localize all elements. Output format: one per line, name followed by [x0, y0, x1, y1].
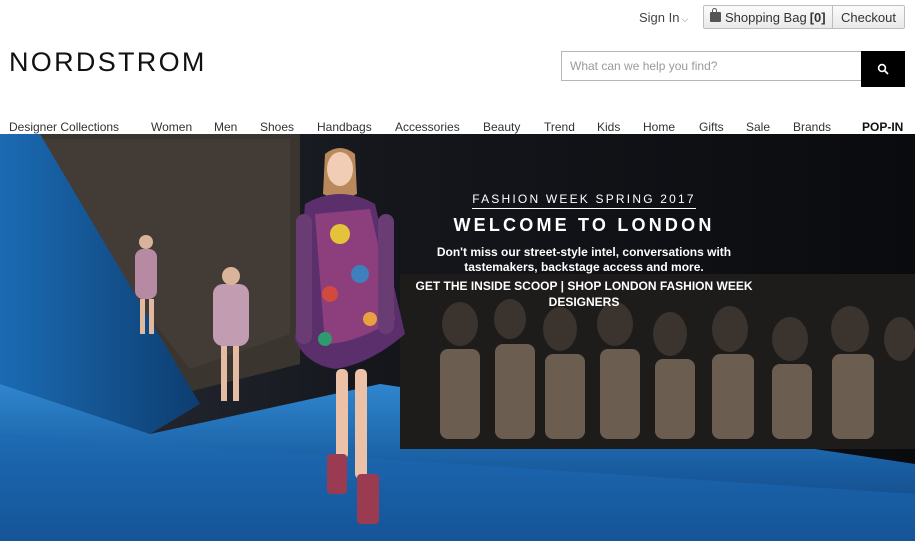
nav-item-accessories[interactable]: Accessories [395, 120, 460, 134]
shopping-bag-button[interactable]: Shopping Bag [0] [703, 5, 833, 29]
search-icon [877, 63, 889, 75]
sign-in-link[interactable]: Sign In ⌵ [639, 10, 688, 25]
shopping-bag-icon [710, 8, 721, 22]
hero-body: Don't miss our street-style intel, conve… [436, 245, 732, 274]
nav-item-home[interactable]: Home [643, 120, 675, 134]
hero-headline: WELCOME TO LONDON [453, 215, 715, 235]
nav-item-shoes[interactable]: Shoes [260, 120, 294, 134]
nav-item-men[interactable]: Men [214, 120, 237, 134]
chevron-down-icon: ⌵ [681, 14, 689, 24]
sign-in-label: Sign In [639, 10, 680, 25]
hero-eyebrow: FASHION WEEK SPRING 2017 [472, 192, 696, 209]
nav-item-designer-collections[interactable]: Designer Collections [9, 120, 119, 134]
main-nav: Designer Collections Women Men Shoes Han… [0, 120, 915, 134]
shopping-bag-count: [0] [809, 9, 826, 25]
nav-item-trend[interactable]: Trend [544, 120, 575, 134]
nav-item-women[interactable]: Women [151, 120, 192, 134]
search-input[interactable] [561, 51, 862, 81]
hero-text-block: FASHION WEEK SPRING 2017 WELCOME TO LOND… [400, 190, 768, 310]
nav-item-brands[interactable]: Brands [793, 120, 831, 134]
nav-item-gifts[interactable]: Gifts [699, 120, 724, 134]
nav-item-pop-in[interactable]: POP-IN [862, 120, 903, 134]
nav-item-sale[interactable]: Sale [746, 120, 770, 134]
nav-item-beauty[interactable]: Beauty [483, 120, 520, 134]
nav-item-kids[interactable]: Kids [597, 120, 620, 134]
shopping-bag-label: Shopping Bag [725, 9, 807, 25]
search-button[interactable] [861, 51, 905, 87]
nordstrom-logo[interactable]: NORDSTROM [9, 47, 207, 78]
hero-links: GET THE INSIDE SCOOP | SHOP LONDON FASHI… [400, 278, 768, 310]
inside-scoop-link[interactable]: GET THE INSIDE SCOOP [416, 279, 558, 293]
link-separator: | [560, 279, 565, 293]
nav-item-handbags[interactable]: Handbags [317, 120, 372, 134]
checkout-button[interactable]: Checkout [833, 5, 905, 29]
hero-banner[interactable]: FASHION WEEK SPRING 2017 WELCOME TO LOND… [0, 134, 915, 541]
shop-designers-link[interactable]: SHOP LONDON FASHION WEEK DESIGNERS [549, 279, 753, 309]
